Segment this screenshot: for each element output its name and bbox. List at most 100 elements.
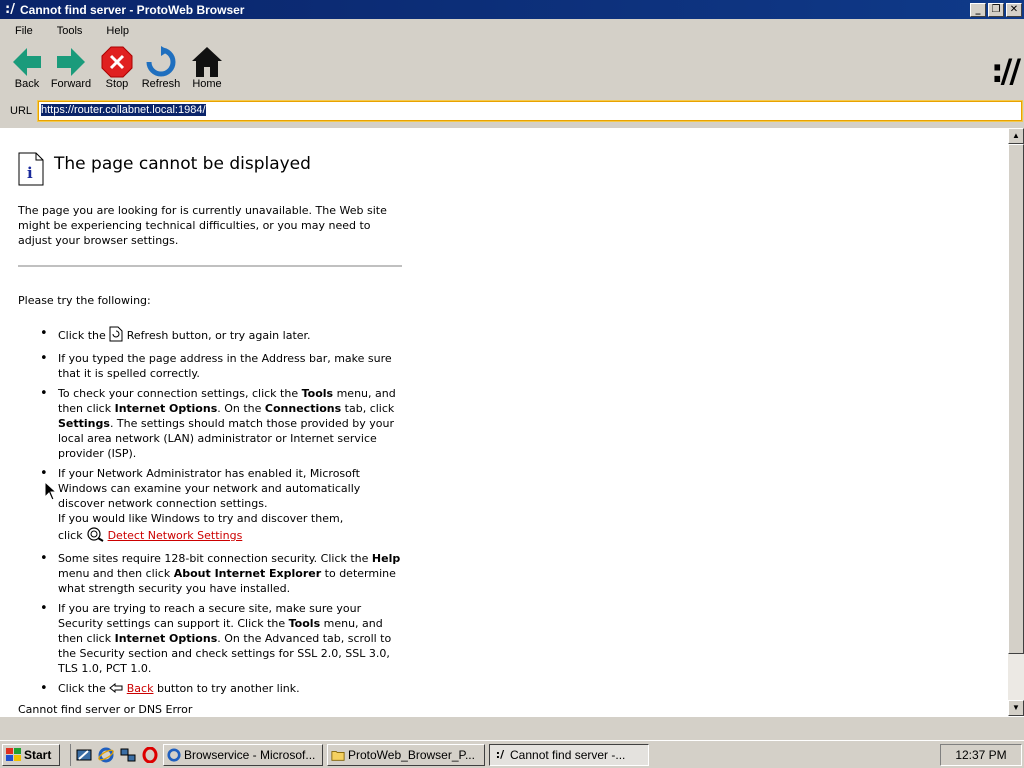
start-label: Start	[24, 747, 52, 762]
tip-text: menu and then click	[58, 567, 174, 580]
forward-button[interactable]: Forward	[49, 44, 93, 96]
url-value: https://router.collabnet.local:1984/	[41, 104, 206, 116]
tip-text: . On the	[217, 402, 265, 415]
mouse-cursor-icon	[44, 481, 58, 501]
error-footer: Cannot find server or DNS Error	[18, 703, 193, 716]
list-item: Some sites require 128-bit connection se…	[18, 551, 408, 596]
protoweb-logo: ://	[990, 52, 1021, 90]
toolbar: Back Forward Stop Refresh Home ://	[0, 42, 1024, 98]
menu-help[interactable]: Help	[91, 25, 138, 37]
task-button-browservice[interactable]: Browservice - Microsof...	[163, 743, 323, 766]
forward-arrow-icon	[57, 48, 85, 76]
folder-icon	[331, 748, 345, 762]
tip-bold: Tools	[288, 617, 321, 630]
scroll-thumb[interactable]	[1008, 144, 1024, 654]
refresh-page-icon	[109, 326, 123, 346]
task-label: ProtoWeb_Browser_P...	[348, 747, 475, 762]
list-item: If your Network Administrator has enable…	[18, 466, 408, 546]
system-tray-clock[interactable]: 12:37 PM	[940, 744, 1022, 766]
menu-file[interactable]: File	[0, 25, 42, 37]
svg-text:i: i	[27, 164, 33, 182]
tip-bold: Settings	[58, 417, 110, 430]
window-title: Cannot find server - ProtoWeb Browser	[20, 2, 245, 17]
refresh-icon	[146, 46, 176, 77]
stop-icon	[101, 46, 133, 78]
tip-bold: Connections	[264, 402, 342, 415]
tip-text: Refresh button, or try again later.	[123, 329, 311, 342]
tip-text: click	[58, 529, 87, 542]
back-button[interactable]: Back	[5, 44, 49, 96]
try-heading: Please try the following:	[18, 294, 151, 307]
ie-icon	[167, 747, 181, 762]
refresh-label: Refresh	[141, 78, 181, 90]
opera-icon[interactable]	[141, 746, 159, 764]
page-title: The page cannot be displayed	[54, 154, 311, 174]
taskbar: Start Browservice - Microsof... ProtoWeb…	[0, 740, 1024, 768]
tip-bold: Internet Options	[114, 402, 218, 415]
stop-button[interactable]: Stop	[95, 44, 139, 96]
tips-list: Click the Refresh button, or try again l…	[18, 326, 408, 702]
show-desktop-icon[interactable]	[75, 746, 93, 764]
close-button[interactable]: ✕	[1006, 2, 1022, 17]
stop-label: Stop	[105, 78, 129, 90]
back-link[interactable]: Back	[127, 682, 154, 695]
back-label: Back	[14, 78, 40, 90]
back-arrow-icon	[13, 48, 41, 76]
back-arrow-small-icon	[109, 682, 123, 697]
tip-bold: Internet Options	[114, 632, 218, 645]
protoweb-icon: :/	[495, 748, 505, 761]
tip-bold: Help	[371, 552, 401, 565]
tip-text: button to try another link.	[153, 682, 300, 695]
start-button[interactable]: Start	[2, 743, 60, 766]
tip-text: To check your connection settings, click…	[58, 387, 302, 400]
network-icon[interactable]	[119, 746, 137, 764]
ie-icon[interactable]	[97, 746, 115, 764]
task-button-protoweb[interactable]: :/ Cannot find server -...	[489, 743, 649, 766]
tip-text: If your Network Administrator has enable…	[58, 467, 361, 510]
list-item: If you typed the page address in the Add…	[18, 351, 408, 381]
maximize-button[interactable]: ❐	[988, 2, 1004, 17]
refresh-button[interactable]: Refresh	[139, 44, 183, 96]
title-bar: :/ Cannot find server - ProtoWeb Browser…	[0, 0, 1024, 19]
protoweb-logo-icon: :/	[5, 2, 15, 17]
tip-text: If you would like Windows to try and dis…	[58, 512, 344, 525]
windows-logo-icon	[6, 747, 21, 761]
list-item: If you are trying to reach a secure site…	[18, 601, 408, 676]
info-icon: i	[18, 152, 44, 186]
list-item: Click the Back button to try another lin…	[18, 681, 408, 697]
task-label: Browservice - Microsof...	[184, 747, 316, 762]
tip-text: Click the	[58, 682, 110, 695]
tip-bold: About Internet Explorer	[173, 567, 322, 580]
quick-launch	[70, 743, 159, 766]
list-item: To check your connection settings, click…	[18, 386, 408, 461]
list-item: Click the Refresh button, or try again l…	[18, 326, 408, 346]
detect-network-settings-link[interactable]: Detect Network Settings	[108, 529, 243, 542]
url-label: URL	[10, 105, 33, 117]
divider	[18, 265, 402, 267]
forward-label: Forward	[50, 78, 92, 90]
clock: 12:37 PM	[955, 748, 1007, 762]
page-content: i The page cannot be displayed The page …	[0, 128, 1008, 716]
detect-network-icon	[86, 526, 104, 546]
status-bar	[0, 716, 1024, 741]
home-button[interactable]: Home	[185, 44, 229, 96]
tip-text: Some sites require 128-bit connection se…	[58, 552, 372, 565]
tip-text: Click the	[58, 329, 110, 342]
menu-bar: File Tools Help	[0, 20, 1024, 41]
url-input[interactable]: https://router.collabnet.local:1984/	[37, 100, 1023, 122]
tip-bold: Tools	[301, 387, 334, 400]
task-button-folder[interactable]: ProtoWeb_Browser_P...	[327, 743, 485, 766]
menu-tools[interactable]: Tools	[42, 25, 92, 37]
scroll-up-button[interactable]: ▲	[1008, 128, 1024, 144]
home-label: Home	[192, 78, 222, 90]
task-label: Cannot find server -...	[510, 747, 626, 762]
intro-paragraph: The page you are looking for is currentl…	[18, 204, 387, 247]
scroll-down-button[interactable]: ▼	[1008, 700, 1024, 716]
page-header: i The page cannot be displayed	[18, 152, 311, 186]
vertical-scrollbar[interactable]: ▲ ▼	[1008, 128, 1024, 716]
tip-text: tab, click	[341, 402, 395, 415]
home-icon	[192, 47, 222, 77]
address-bar: URL https://router.collabnet.local:1984/	[0, 100, 1024, 122]
minimize-button[interactable]: _	[970, 2, 986, 17]
window-controls: _ ❐ ✕	[968, 2, 1022, 17]
